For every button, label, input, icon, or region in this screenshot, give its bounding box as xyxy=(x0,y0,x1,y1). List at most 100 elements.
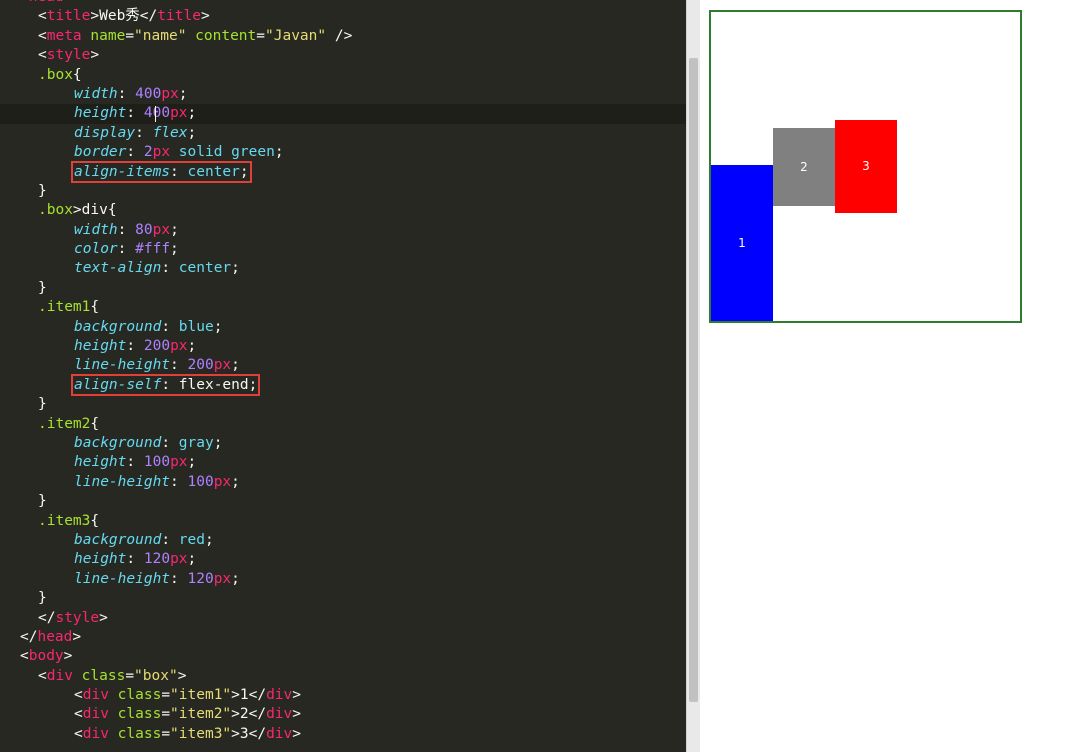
code-token: = xyxy=(125,667,135,684)
code-line[interactable]: display: flex; xyxy=(0,124,686,143)
code-tokens: width: 400px; xyxy=(74,86,188,102)
code-token: : xyxy=(170,473,188,490)
code-line[interactable]: color: #fff; xyxy=(0,240,686,259)
code-line[interactable]: line-height: 100px; xyxy=(0,473,686,492)
code-line-content: <div class="item2">2</div> xyxy=(0,706,301,722)
code-token: > xyxy=(72,628,82,645)
code-token: } xyxy=(38,396,47,413)
code-tokens: <style> xyxy=(38,47,99,63)
code-token: px xyxy=(213,357,232,374)
code-token: div xyxy=(82,725,118,742)
code-line[interactable]: <div class="item3">3</div> xyxy=(0,725,686,744)
code-line[interactable]: height: 100px; xyxy=(0,453,686,472)
code-line[interactable]: border: 2px solid green; xyxy=(0,143,686,162)
code-token: 2 xyxy=(143,144,153,161)
code-token: meta xyxy=(46,27,91,44)
code-line[interactable]: <head> xyxy=(0,0,686,7)
highlight-box: align-items: center; xyxy=(71,160,252,183)
code-line[interactable]: <div class="box"> xyxy=(0,667,686,686)
code-line[interactable]: height: 200px; xyxy=(0,337,686,356)
code-line[interactable]: <title>Web秀</title> xyxy=(0,7,686,26)
code-line[interactable]: line-height: 200px; xyxy=(0,356,686,375)
code-token: "item1" xyxy=(170,687,232,704)
code-token: 400 xyxy=(143,105,171,122)
text-caret xyxy=(155,106,156,123)
code-line-content: width: 400px; xyxy=(0,86,188,102)
code-token: background xyxy=(74,434,162,451)
code-token: class xyxy=(81,667,126,684)
code-token: > xyxy=(292,687,302,704)
code-line[interactable]: .item3{ xyxy=(0,512,686,531)
code-token: : xyxy=(161,434,179,451)
code-token: title xyxy=(157,8,201,25)
code-line[interactable]: line-height: 120px; xyxy=(0,570,686,589)
code-token: </ xyxy=(20,628,38,645)
code-token: .item2 xyxy=(38,415,91,432)
code-token: div xyxy=(46,667,82,684)
code-line[interactable]: } xyxy=(0,395,686,414)
code-token: 80 xyxy=(135,221,153,238)
code-token: ; xyxy=(187,454,197,471)
code-tokens: <body> xyxy=(20,648,72,664)
code-line[interactable]: } xyxy=(0,182,686,201)
code-line-content: width: 80px; xyxy=(0,222,179,238)
code-editor[interactable]: <head><title>Web秀</title><meta name="nam… xyxy=(0,0,686,752)
code-line-content: height: 200px; xyxy=(0,338,196,354)
scrollbar-thumb[interactable] xyxy=(689,58,698,702)
code-line[interactable]: .box{ xyxy=(0,66,686,85)
code-line[interactable]: align-items: center; xyxy=(0,160,686,183)
code-token: px xyxy=(170,105,188,122)
editor-scrollbar[interactable] xyxy=(686,0,700,752)
code-token: head xyxy=(37,628,73,645)
item2-box: 2 xyxy=(773,127,835,206)
code-line[interactable]: background: red; xyxy=(0,531,686,550)
code-line[interactable]: } xyxy=(0,279,686,298)
code-line[interactable]: .item1{ xyxy=(0,298,686,317)
code-line[interactable]: .item2{ xyxy=(0,415,686,434)
code-line-content: line-height: 200px; xyxy=(0,357,240,373)
code-token: } xyxy=(38,590,47,607)
code-tokens: background: red; xyxy=(74,532,214,548)
code-line[interactable]: </head> xyxy=(0,628,686,647)
code-line[interactable]: <style> xyxy=(0,46,686,65)
code-line[interactable]: .box>div{ xyxy=(0,201,686,220)
code-line[interactable]: <body> xyxy=(0,647,686,666)
code-token: : xyxy=(170,357,188,374)
code-line[interactable]: background: blue; xyxy=(0,318,686,337)
code-line[interactable]: width: 400px; xyxy=(0,85,686,104)
code-line[interactable]: height: 400px; xyxy=(0,104,686,124)
code-line[interactable]: <div class="item2">2</div> xyxy=(0,705,686,724)
code-tokens: border: 2px solid green; xyxy=(74,144,284,160)
code-tokens: .box{ xyxy=(38,67,82,83)
code-line[interactable]: width: 80px; xyxy=(0,221,686,240)
code-token: height xyxy=(74,454,127,471)
code-token: : xyxy=(117,241,136,258)
code-line[interactable]: background: gray; xyxy=(0,434,686,453)
code-token: > xyxy=(177,667,187,684)
code-token: : xyxy=(170,163,188,180)
code-token: display xyxy=(74,124,136,141)
code-line-content: .item1{ xyxy=(0,299,99,315)
code-token: height xyxy=(74,105,127,122)
code-tokens: .item2{ xyxy=(38,416,99,432)
code-token: gray xyxy=(178,434,214,451)
code-line-content: .box>div{ xyxy=(0,202,117,218)
code-line[interactable]: } xyxy=(0,589,686,608)
code-token: .box xyxy=(38,202,73,219)
code-token: < xyxy=(38,47,47,64)
code-line[interactable]: } xyxy=(0,492,686,511)
code-token: : xyxy=(170,570,188,587)
code-line[interactable]: text-align: center; xyxy=(0,259,686,278)
code-token: > xyxy=(200,8,210,25)
code-token: > xyxy=(292,706,302,723)
code-token: /> xyxy=(326,27,353,44)
code-line[interactable]: </style> xyxy=(0,609,686,628)
code-line[interactable]: <div class="item1">1</div> xyxy=(0,686,686,705)
code-line-content: <meta name="name" content="Javan" /> xyxy=(0,28,352,44)
code-line-content: </head> xyxy=(0,629,81,645)
code-line[interactable]: height: 120px; xyxy=(0,550,686,569)
code-token: .item3 xyxy=(38,512,91,529)
code-line[interactable]: <meta name="name" content="Javan" /> xyxy=(0,27,686,46)
code-line-content: } xyxy=(0,183,47,199)
code-line[interactable]: align-self: flex-end; xyxy=(0,373,686,396)
